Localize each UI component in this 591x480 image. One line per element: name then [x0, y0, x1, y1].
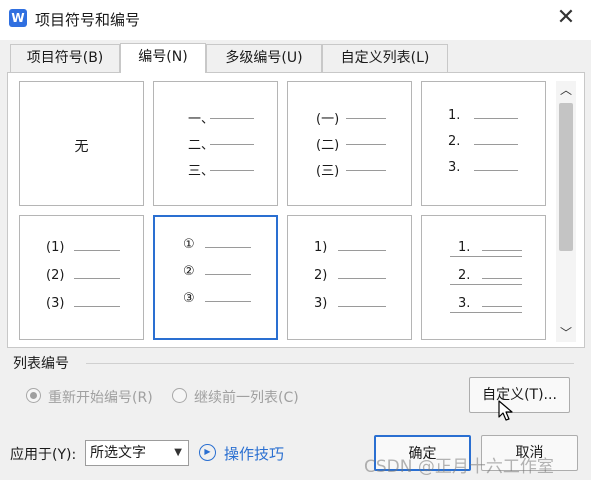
style-parenthesized-chinese[interactable]: (一) (二) (三) — [287, 81, 412, 206]
marker: 3. — [458, 296, 471, 311]
mouse-cursor-icon — [498, 400, 513, 421]
radio-unselected-icon — [172, 388, 187, 403]
line-placeholder — [474, 170, 518, 171]
marker: 3. — [448, 160, 461, 175]
marker: (1) — [46, 240, 65, 255]
style-arabic-paren[interactable]: 1) 2) 3) — [287, 215, 412, 340]
close-icon[interactable]: ✕ — [554, 6, 578, 30]
line-placeholder — [346, 144, 386, 145]
style-chinese-numbering[interactable]: 一、 二、 三、 — [153, 81, 278, 206]
line-placeholder — [74, 306, 120, 307]
tab-multilevel[interactable]: 多级编号(U) — [206, 44, 322, 72]
title-bar: W 项目符号和编号 ✕ — [0, 0, 591, 40]
marker: 2. — [448, 134, 461, 149]
line-placeholder — [338, 306, 386, 307]
style-none[interactable]: 无 — [19, 81, 144, 206]
marker: (二) — [316, 138, 340, 153]
marker: 1) — [314, 240, 328, 255]
line-placeholder — [74, 278, 120, 279]
section-divider — [86, 363, 574, 364]
line-placeholder — [482, 278, 522, 279]
tab-numbering[interactable]: 编号(N) — [120, 43, 206, 73]
none-label: 无 — [74, 139, 89, 155]
line-placeholder — [210, 118, 254, 119]
line-placeholder — [450, 284, 522, 285]
line-placeholder — [210, 144, 254, 145]
scroll-thumb[interactable] — [559, 103, 573, 251]
marker: 1. — [458, 240, 471, 255]
continue-list-label: 继续前一列表(C) — [194, 390, 299, 406]
line-placeholder — [205, 274, 251, 275]
list-numbering-label: 列表编号 — [13, 356, 69, 372]
marker: 1. — [448, 108, 461, 123]
tab-custom-list[interactable]: 自定义列表(L) — [322, 44, 448, 72]
customize-button[interactable]: 自定义(T)... — [469, 377, 570, 413]
numbering-panel: 无 一、 二、 三、 (一) (二) (三) 1. 2. 3. (1) (2) … — [7, 72, 585, 348]
apply-to-select[interactable]: 所选文字 ▼ — [85, 440, 189, 466]
line-placeholder — [450, 312, 522, 313]
line-placeholder — [482, 306, 522, 307]
play-circle-icon: ▶ — [199, 444, 216, 461]
apply-to-value: 所选文字 — [90, 445, 146, 461]
style-arabic-dot-indented[interactable]: 1. 2. 3. — [421, 215, 546, 340]
scroll-down-icon[interactable]: ﹀ — [556, 324, 576, 342]
gallery-scrollbar[interactable]: ︿ ﹀ — [556, 81, 576, 342]
marker: (2) — [46, 268, 65, 283]
style-parenthesized-arabic[interactable]: (1) (2) (3) — [19, 215, 144, 340]
marker: ② — [183, 264, 195, 279]
marker: 2) — [314, 268, 328, 283]
style-gallery: 无 一、 二、 三、 (一) (二) (三) 1. 2. 3. (1) (2) … — [19, 81, 553, 342]
line-placeholder — [346, 170, 386, 171]
line-placeholder — [338, 250, 386, 251]
marker: ① — [183, 237, 195, 252]
line-placeholder — [450, 256, 522, 257]
marker: 3) — [314, 296, 328, 311]
line-placeholder — [205, 301, 251, 302]
scroll-up-icon[interactable]: ︿ — [556, 81, 576, 99]
tab-bullets[interactable]: 项目符号(B) — [10, 44, 120, 72]
line-placeholder — [346, 118, 386, 119]
apply-to-label: 应用于(Y): — [10, 447, 77, 463]
tips-label: 操作技巧 — [224, 445, 285, 463]
dropdown-arrow-icon: ▼ — [174, 447, 182, 458]
marker: (3) — [46, 296, 65, 311]
watermark: CSDN @正月十六工作室 — [364, 457, 554, 477]
line-placeholder — [474, 144, 518, 145]
marker: (一) — [316, 112, 340, 127]
dialog-title: 项目符号和编号 — [35, 11, 141, 29]
line-placeholder — [338, 278, 386, 279]
radio-selected-icon — [26, 388, 41, 403]
wps-logo-icon: W — [9, 9, 27, 27]
line-placeholder — [74, 250, 120, 251]
line-placeholder — [205, 247, 251, 248]
restart-numbering-label: 重新开始编号(R) — [48, 390, 153, 406]
line-placeholder — [210, 170, 254, 171]
style-arabic-dot[interactable]: 1. 2. 3. — [421, 81, 546, 206]
style-circled-numbers[interactable]: ① ② ③ — [153, 215, 278, 340]
marker: (三) — [316, 164, 340, 179]
line-placeholder — [482, 250, 522, 251]
marker: ③ — [183, 291, 195, 306]
line-placeholder — [474, 118, 518, 119]
marker: 2. — [458, 268, 471, 283]
